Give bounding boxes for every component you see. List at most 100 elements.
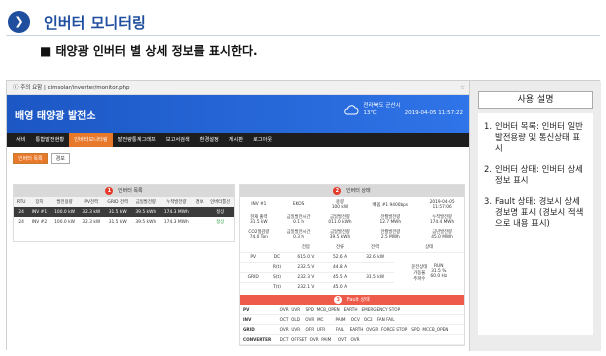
main-nav: 서비 통합발전현황 인버터모니터링 발전량통계그래프 보고서검색 환경설정 게시판 로그아웃	[7, 133, 469, 147]
table-cell: R(t)	[266, 262, 288, 273]
chevron-right-icon: ❯	[8, 11, 30, 33]
run-status-values: RUN 31.5 % 60.0 Hz	[430, 263, 448, 279]
table-row[interactable]: 24 INV #1 100.0 kW 32.3 kW 31.5 kW 39.5 kWh 17…	[14, 207, 234, 217]
table-cell: 615.0 V	[287, 252, 325, 263]
table-cell: 31.5 kW	[103, 207, 132, 217]
detail-summary: INV #1 EKOS 용량 100 kW 배옵 #1 9400bps 2019…	[240, 197, 464, 242]
nav-item[interactable]: 발전량통계그래프	[113, 133, 161, 147]
detail-electrical-table: 전압 전류 전력 상태 PV DC 615.0 V 52.6 A 32.6 kW 운전상태 가동…	[240, 242, 464, 292]
table-row: PV DC 615.0 V 52.6 A 32.6 kW 운전상태 가동율 주파수 RUN …	[240, 252, 464, 292]
table-cell: 정상	[216, 220, 225, 225]
table-cell: 45.5 A	[324, 272, 356, 283]
screenshot-frame: ⓘ 주의 요함 | cimsolar/inverter/monitor.php …	[6, 80, 601, 351]
metric-cell: CO2절감량 74.0 Ton	[240, 227, 278, 242]
column-header: 전압	[301, 245, 310, 250]
table-cell: DC	[266, 252, 288, 263]
nav-item[interactable]: 통합발전현황	[31, 133, 70, 147]
cloud-icon	[344, 105, 359, 115]
table-cell: 232.3 V	[287, 272, 325, 283]
metric-value: 45.0 MWh	[431, 235, 453, 240]
url-text[interactable]: ⓘ 주의 요함 | cimsolar/inverter/monitor.php	[13, 81, 130, 95]
column-header: 장치	[28, 197, 51, 207]
table-cell	[355, 262, 395, 273]
bookmark-star-icon[interactable]: ☆	[460, 81, 465, 95]
column-header: RTU	[14, 197, 29, 207]
fault-codes: OVR UVR OFR UFR FAIL EARTH OVGR FORCE ST…	[276, 324, 464, 335]
table-cell: 32.3 kW	[82, 219, 101, 225]
column-header: 전류	[335, 245, 345, 250]
usage-item-number: 1.	[484, 121, 492, 131]
fault-row: CONVERTER DCT OFFSET OVR PAIM OVT OVR	[240, 334, 464, 345]
table-cell: 100.0 kW	[50, 207, 79, 217]
fault-category: GRID	[240, 324, 277, 335]
usage-item-text: 인버터 상태: 인버터 상세 정보 표시	[495, 164, 583, 185]
inverter-detail-panel: 2 인버터 상태 INV #1 EKOS 용량 100 kW 배옵 #1 940…	[239, 184, 465, 346]
metric-cell: 금일발전시간 0.3 h	[278, 227, 320, 242]
fault-codes: OCT OLD OVR MC PAIM OCV OC2 FAN FAIL	[276, 314, 464, 325]
table-cell: 100.0 kW	[54, 219, 75, 225]
table-cell: 174.3 MWh	[163, 219, 189, 225]
metric-value: 31.5 kW	[250, 220, 268, 225]
table-cell: T(t)	[266, 282, 288, 292]
metric-cell: 누적발전량 174.4 MWh	[420, 212, 464, 227]
fault-row: GRID OVR UVR OFR UFR FAIL EARTH OVGR FORC…	[240, 324, 464, 335]
table-cell	[192, 207, 207, 217]
column-header	[266, 242, 287, 253]
metric-cell: 금년발전량 45.0 MWh	[420, 227, 464, 242]
metric-value: 74.0 Ton	[249, 235, 268, 240]
column-header: 경보	[192, 197, 207, 207]
nav-item[interactable]: 서비	[11, 133, 31, 147]
table-cell: INV #2	[31, 219, 48, 225]
table-cell	[240, 282, 267, 292]
column-header: PV전력	[78, 197, 104, 207]
metric-cell: 전월발전량 12.7 MWh	[360, 212, 420, 227]
table-cell: INV #1	[28, 207, 51, 217]
detail-device: INV #1	[251, 202, 267, 207]
detail-name: 배옵 #1 9400bps	[372, 202, 409, 208]
column-header: GRID 전력	[103, 197, 132, 207]
weather-location: 전라북도 군산시	[363, 103, 401, 109]
table-cell: S(t)	[266, 272, 288, 283]
metric-value: 011.0 kWh	[328, 220, 352, 225]
nav-item[interactable]: 로그아웃	[248, 133, 277, 147]
browser-window: ⓘ 주의 요함 | cimsolar/inverter/monitor.php …	[7, 81, 469, 351]
run-status-cell: 운전상태 가동율 주파수 RUN 31.5 % 60.0 Hz	[394, 252, 464, 292]
address-bar[interactable]: ⓘ 주의 요함 | cimsolar/inverter/monitor.php …	[7, 81, 469, 95]
nav-item[interactable]: 게시판	[224, 133, 248, 147]
nav-item[interactable]: 보고서검색	[161, 133, 195, 147]
table-cell: 24	[18, 219, 24, 225]
fault-codes: OVR UVR SPD MCB_OPEN EARTH EMERGENCY STO…	[276, 305, 464, 315]
detail-time: 11:57:06	[432, 204, 452, 210]
metric-cell: 금일발전량 39.5 kWh	[320, 227, 361, 242]
nav-item[interactable]: 인버터모니터링	[69, 133, 113, 147]
fault-codes: DCT OFFSET OVR PAIM OVT OVR	[276, 334, 464, 345]
section-badge: 3	[334, 295, 343, 304]
column-header: 인버터통신	[206, 197, 234, 207]
usage-item-number: 3.	[484, 196, 492, 206]
column-header: 누적발전량	[159, 197, 193, 207]
table-cell: 232.1 V	[287, 282, 325, 292]
app-header: 배영 태양광 발전소 전라북도 군산시 13℃ 2019-04-05 11:57…	[7, 95, 469, 133]
table-cell	[193, 217, 207, 227]
inverter-list-table: RTU 장치 발전용량 PV전력 GRID 전력 금일발전량 누적발전량 경보 인버터통신 24…	[14, 197, 234, 227]
run-status-labels: 운전상태 가동율 주파수	[411, 264, 428, 282]
table-row[interactable]: 24 INV #2 100.0 kW 32.3 kW 31.5 kW 39.5 kWh 17…	[14, 217, 234, 227]
table-cell: 32.6 kW	[355, 252, 395, 263]
usage-item-text: 인버터 목록: 인버터 일반 발전용량 및 통신상태 표시	[495, 121, 583, 153]
fault-header: 3 Fault 상태	[240, 295, 464, 305]
table-cell: 232.5 V	[287, 262, 325, 273]
table-cell: 174.3 MWh	[159, 207, 193, 217]
usage-body: 1. 인버터 목록: 인버터 일반 발전용량 및 통신상태 표시 2. 인버터 …	[478, 113, 593, 335]
inverter-list-header: 1 인버터 목록	[14, 185, 234, 197]
metric-value: 174.4 MWh	[429, 220, 455, 225]
table-cell: 32.3 kW	[78, 207, 104, 217]
tab-alarm[interactable]: 경보	[50, 153, 70, 164]
fault-category: CONVERTER	[240, 334, 277, 345]
column-header	[240, 242, 266, 253]
tab-inverter-list[interactable]: 인버터 목록	[13, 153, 48, 164]
current-datetime: 2019-04-05 11:57:22	[404, 110, 463, 116]
metric-cell: 전월발전량 2.5 MWh	[360, 227, 420, 242]
table-cell: 정상	[206, 207, 234, 217]
detail-model: EKOS	[292, 202, 305, 207]
nav-item[interactable]: 환경설정	[195, 133, 224, 147]
